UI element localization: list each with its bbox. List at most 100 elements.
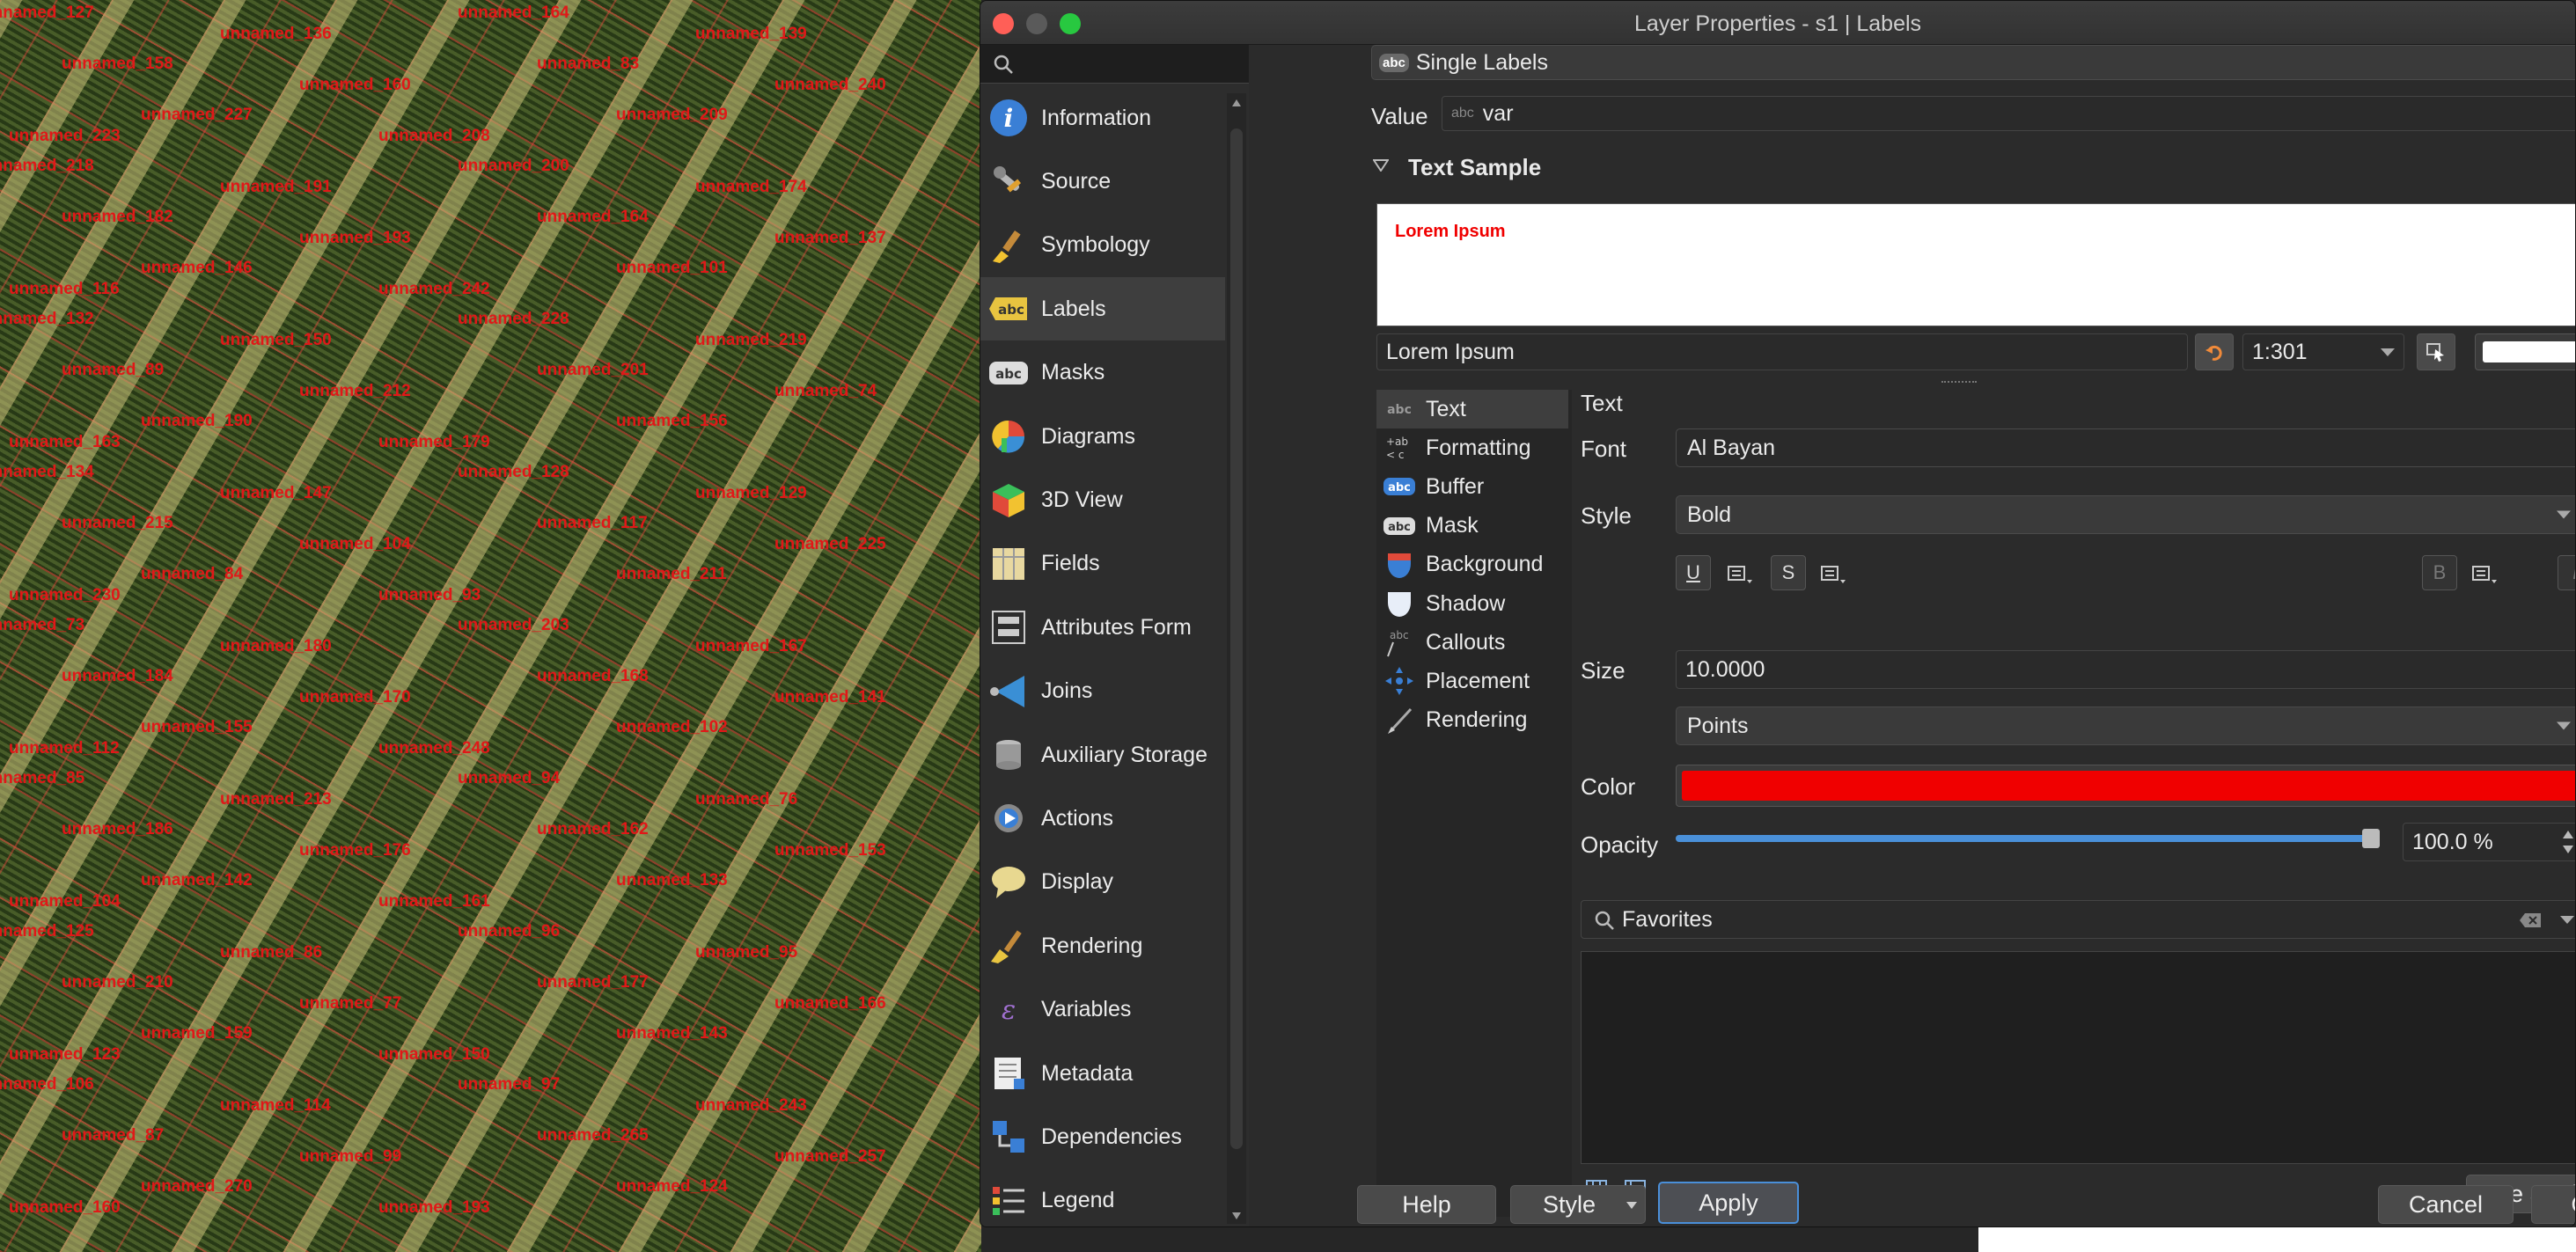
strikethrough-button[interactable]: S <box>1771 555 1806 590</box>
tab-rendering[interactable]: Rendering <box>1376 701 1568 740</box>
window-title: Layer Properties - s1 | Labels <box>1633 11 1922 36</box>
pick-scale-button[interactable] <box>2417 333 2455 370</box>
color-button[interactable] <box>1676 765 2575 807</box>
underline-data-defined-button[interactable] <box>1723 559 1757 589</box>
tab-shadow[interactable]: Shadow <box>1376 584 1568 623</box>
opacity-slider-handle[interactable] <box>2362 829 2380 848</box>
labels-abc-icon: abc <box>1379 53 1409 72</box>
sidebar-item-label: Variables <box>1041 997 1132 1022</box>
sidebar-item-dependencies[interactable]: Dependencies <box>980 1105 1225 1168</box>
sidebar-item-variables[interactable]: ε Variables <box>980 978 1225 1042</box>
map-feature-label: unnamed_141 <box>774 688 886 707</box>
map-feature-label: unnamed_137 <box>774 229 886 247</box>
tab-label: Formatting <box>1426 435 1531 460</box>
sidebar-item-actions[interactable]: Actions <box>980 787 1225 850</box>
scroll-down-icon[interactable] <box>1231 1212 1242 1220</box>
map-feature-label: unnamed_104 <box>299 535 411 553</box>
cancel-button[interactable]: Cancel <box>2378 1185 2514 1224</box>
reset-preview-button[interactable] <box>2195 333 2234 370</box>
tab-formatting[interactable]: +ab < c Formatting <box>1376 428 1568 467</box>
tab-label: Buffer <box>1426 473 1485 499</box>
sidebar-item-label: Joins <box>1041 678 1093 704</box>
sidebar-item-symbology[interactable]: Symbology <box>980 214 1225 277</box>
map-feature-label: unnamed_174 <box>695 178 807 196</box>
mask-icon: abc <box>1382 510 1417 542</box>
tab-text[interactable]: abc Text <box>1376 390 1568 428</box>
map-feature-label: unnamed_128 <box>458 463 569 481</box>
bold-data-defined-button[interactable] <box>2468 559 2501 589</box>
sidebar-item-fields[interactable]: Fields <box>980 532 1225 596</box>
sidebar-item-rendering[interactable]: Rendering <box>980 914 1225 977</box>
sidebar-item-masks[interactable]: abc Masks <box>980 341 1225 405</box>
sidebar-item-diagrams[interactable]: Diagrams <box>980 405 1225 468</box>
tab-placement[interactable]: Placement <box>1376 662 1568 700</box>
map-feature-label: unnamed_218 <box>0 157 94 175</box>
style-library-list[interactable] <box>1581 951 2575 1164</box>
underline-button[interactable]: U <box>1676 555 1711 590</box>
map-feature-label: unnamed_166 <box>774 994 886 1013</box>
sidebar-item-labels[interactable]: abc Labels <box>980 277 1225 341</box>
scrollbar-thumb[interactable] <box>1230 128 1243 1149</box>
sidebar-item-display[interactable]: Display <box>980 851 1225 914</box>
apply-button[interactable]: Apply <box>1658 1182 1799 1224</box>
map-feature-label: unnamed_150 <box>378 1045 490 1064</box>
map-feature-label: unnamed_228 <box>458 310 569 328</box>
diagram-icon <box>987 414 1031 458</box>
formatting-icon: +ab < c <box>1382 432 1417 464</box>
size-spinbox[interactable]: 10.0000 <box>1676 650 2575 689</box>
sidebar-item-label: Legend <box>1041 1188 1115 1213</box>
map-feature-label: unnamed_89 <box>62 361 165 379</box>
buffer-abc-icon: abc <box>1382 471 1417 502</box>
map-feature-label: unnamed_210 <box>62 973 173 992</box>
map-feature-label: unnamed_179 <box>378 433 490 451</box>
map-feature-label: unnamed_96 <box>458 922 561 941</box>
splitter-handle[interactable] <box>1941 381 1977 386</box>
label-mode-select[interactable]: abc Single Labels <box>1371 45 2575 80</box>
tab-callouts[interactable]: abc Callouts <box>1376 623 1568 662</box>
strike-data-defined-button[interactable] <box>1816 559 1850 589</box>
preview-text-input[interactable]: Lorem Ipsum <box>1376 333 2188 370</box>
sidebar-item-source[interactable]: Source <box>980 150 1225 213</box>
collapse-triangle-icon[interactable] <box>1373 159 1389 172</box>
background-color-button[interactable] <box>2475 333 2575 370</box>
tab-buffer[interactable]: abc Buffer <box>1376 467 1568 506</box>
opacity-spinbox[interactable]: 100.0 % <box>2403 823 2575 861</box>
style-select[interactable]: Bold <box>1676 495 2575 534</box>
style-library-search[interactable]: Favorites <box>1581 900 2575 939</box>
sidebar-item-metadata[interactable]: Metadata <box>980 1042 1225 1105</box>
tab-mask[interactable]: abc Mask <box>1376 507 1568 545</box>
italic-button[interactable]: I <box>2558 555 2575 590</box>
style-menu-button[interactable]: Style <box>1510 1185 1646 1224</box>
sidebar-scrollbar[interactable] <box>1227 93 1246 1224</box>
sidebar-item-legend[interactable]: Legend <box>980 1169 1225 1226</box>
font-select[interactable]: Al Bayan <box>1676 428 2575 467</box>
scale-combobox[interactable]: 1:301 <box>2242 333 2404 370</box>
sidebar-item-label: 3D View <box>1041 487 1123 512</box>
opacity-slider[interactable] <box>1676 829 2380 848</box>
sidebar-item-joins[interactable]: Joins <box>980 660 1225 723</box>
tab-background[interactable]: Background <box>1376 545 1568 584</box>
search-icon <box>994 55 1013 74</box>
value-expression-field[interactable]: abc var <box>1442 96 2575 131</box>
bold-button[interactable]: B <box>2422 555 2457 590</box>
mask-abc-icon: abc <box>987 351 1031 395</box>
svg-text:abc: abc <box>998 302 1024 318</box>
sidebar-item-auxiliary-storage[interactable]: Auxiliary Storage <box>980 723 1225 787</box>
map-feature-label: unnamed_163 <box>9 433 121 451</box>
map-canvas[interactable]: unnamed_127unnamed_136unnamed_164unnamed… <box>0 0 981 1252</box>
ok-button[interactable]: OK <box>2531 1185 2575 1224</box>
sidebar-item-3d-view[interactable]: 3D View <box>980 468 1225 531</box>
size-unit-select[interactable]: Points <box>1676 707 2575 745</box>
clear-icon[interactable] <box>2520 912 2543 929</box>
spin-arrows-icon[interactable] <box>2562 829 2574 855</box>
map-cursor-icon <box>2426 343 2444 362</box>
map-feature-label: unnamed_95 <box>695 943 798 962</box>
scroll-up-icon[interactable] <box>1231 99 1242 107</box>
help-button[interactable]: Help <box>1357 1185 1496 1224</box>
map-feature-label: unnamed_164 <box>458 4 569 22</box>
scale-value: 1:301 <box>2252 339 2308 364</box>
sidebar-item-attributes-form[interactable]: Attributes Form <box>980 596 1225 659</box>
sidebar-item-information[interactable]: i Information <box>980 86 1225 150</box>
sidebar-search-input[interactable] <box>980 45 1249 84</box>
sidebar-item-label: Symbology <box>1041 232 1150 258</box>
